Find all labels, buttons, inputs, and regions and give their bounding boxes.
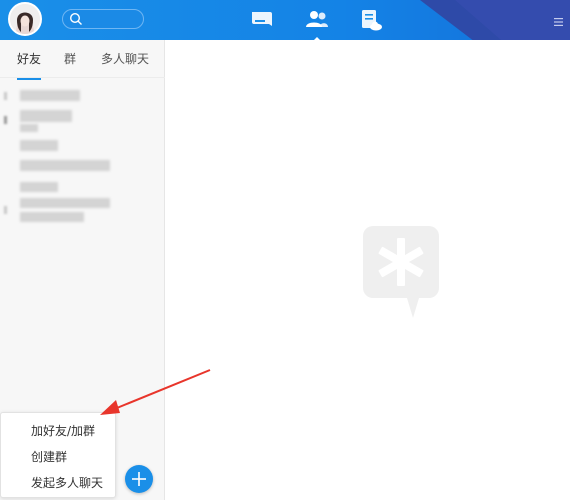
hamburger-menu-glyph <box>554 18 563 26</box>
list-item[interactable] <box>4 92 7 100</box>
hamburger-menu-icon[interactable] <box>553 13 565 26</box>
list-item[interactable] <box>20 160 110 171</box>
list-item[interactable] <box>20 90 80 101</box>
tab-groups[interactable]: 群 <box>64 52 76 78</box>
app-logo-icon <box>363 226 439 318</box>
list-item[interactable] <box>20 198 110 208</box>
main-panel <box>165 40 570 500</box>
list-item <box>4 116 7 124</box>
tabs-divider <box>0 77 165 78</box>
plus-icon <box>132 472 146 486</box>
menu-item-create-group[interactable]: 创建群 <box>31 448 67 465</box>
nav-cloud-document-icon[interactable] <box>358 7 384 33</box>
search-icon <box>69 12 82 25</box>
menu-item-add-friend-group[interactable]: 加好友/加群 <box>31 422 95 439</box>
menu-item-start-multi-chat[interactable]: 发起多人聊天 <box>31 474 103 491</box>
list-item <box>20 212 84 222</box>
add-button[interactable] <box>125 465 153 493</box>
user-avatar[interactable] <box>8 2 42 36</box>
tab-friends[interactable]: 好友 <box>17 52 42 80</box>
nav-contacts-icon[interactable] <box>304 7 330 40</box>
contacts-icon <box>306 11 328 27</box>
list-item <box>20 124 38 132</box>
list-item[interactable] <box>20 140 58 151</box>
tab-multi-chat[interactable]: 多人聊天 <box>101 52 149 78</box>
top-bar <box>0 0 570 40</box>
list-item[interactable] <box>20 182 58 192</box>
add-popup-menu: 加好友/加群 创建群 发起多人聊天 <box>0 412 116 498</box>
search-box[interactable] <box>62 9 144 29</box>
sidebar-tabs: 好友 群 多人聊天 <box>0 40 165 80</box>
list-item[interactable] <box>20 110 72 122</box>
cloud-document-icon <box>362 10 382 31</box>
list-item <box>4 206 7 214</box>
nav-chat-icon[interactable] <box>249 7 275 33</box>
avatar-image <box>10 4 40 34</box>
chat-icon <box>252 12 272 26</box>
